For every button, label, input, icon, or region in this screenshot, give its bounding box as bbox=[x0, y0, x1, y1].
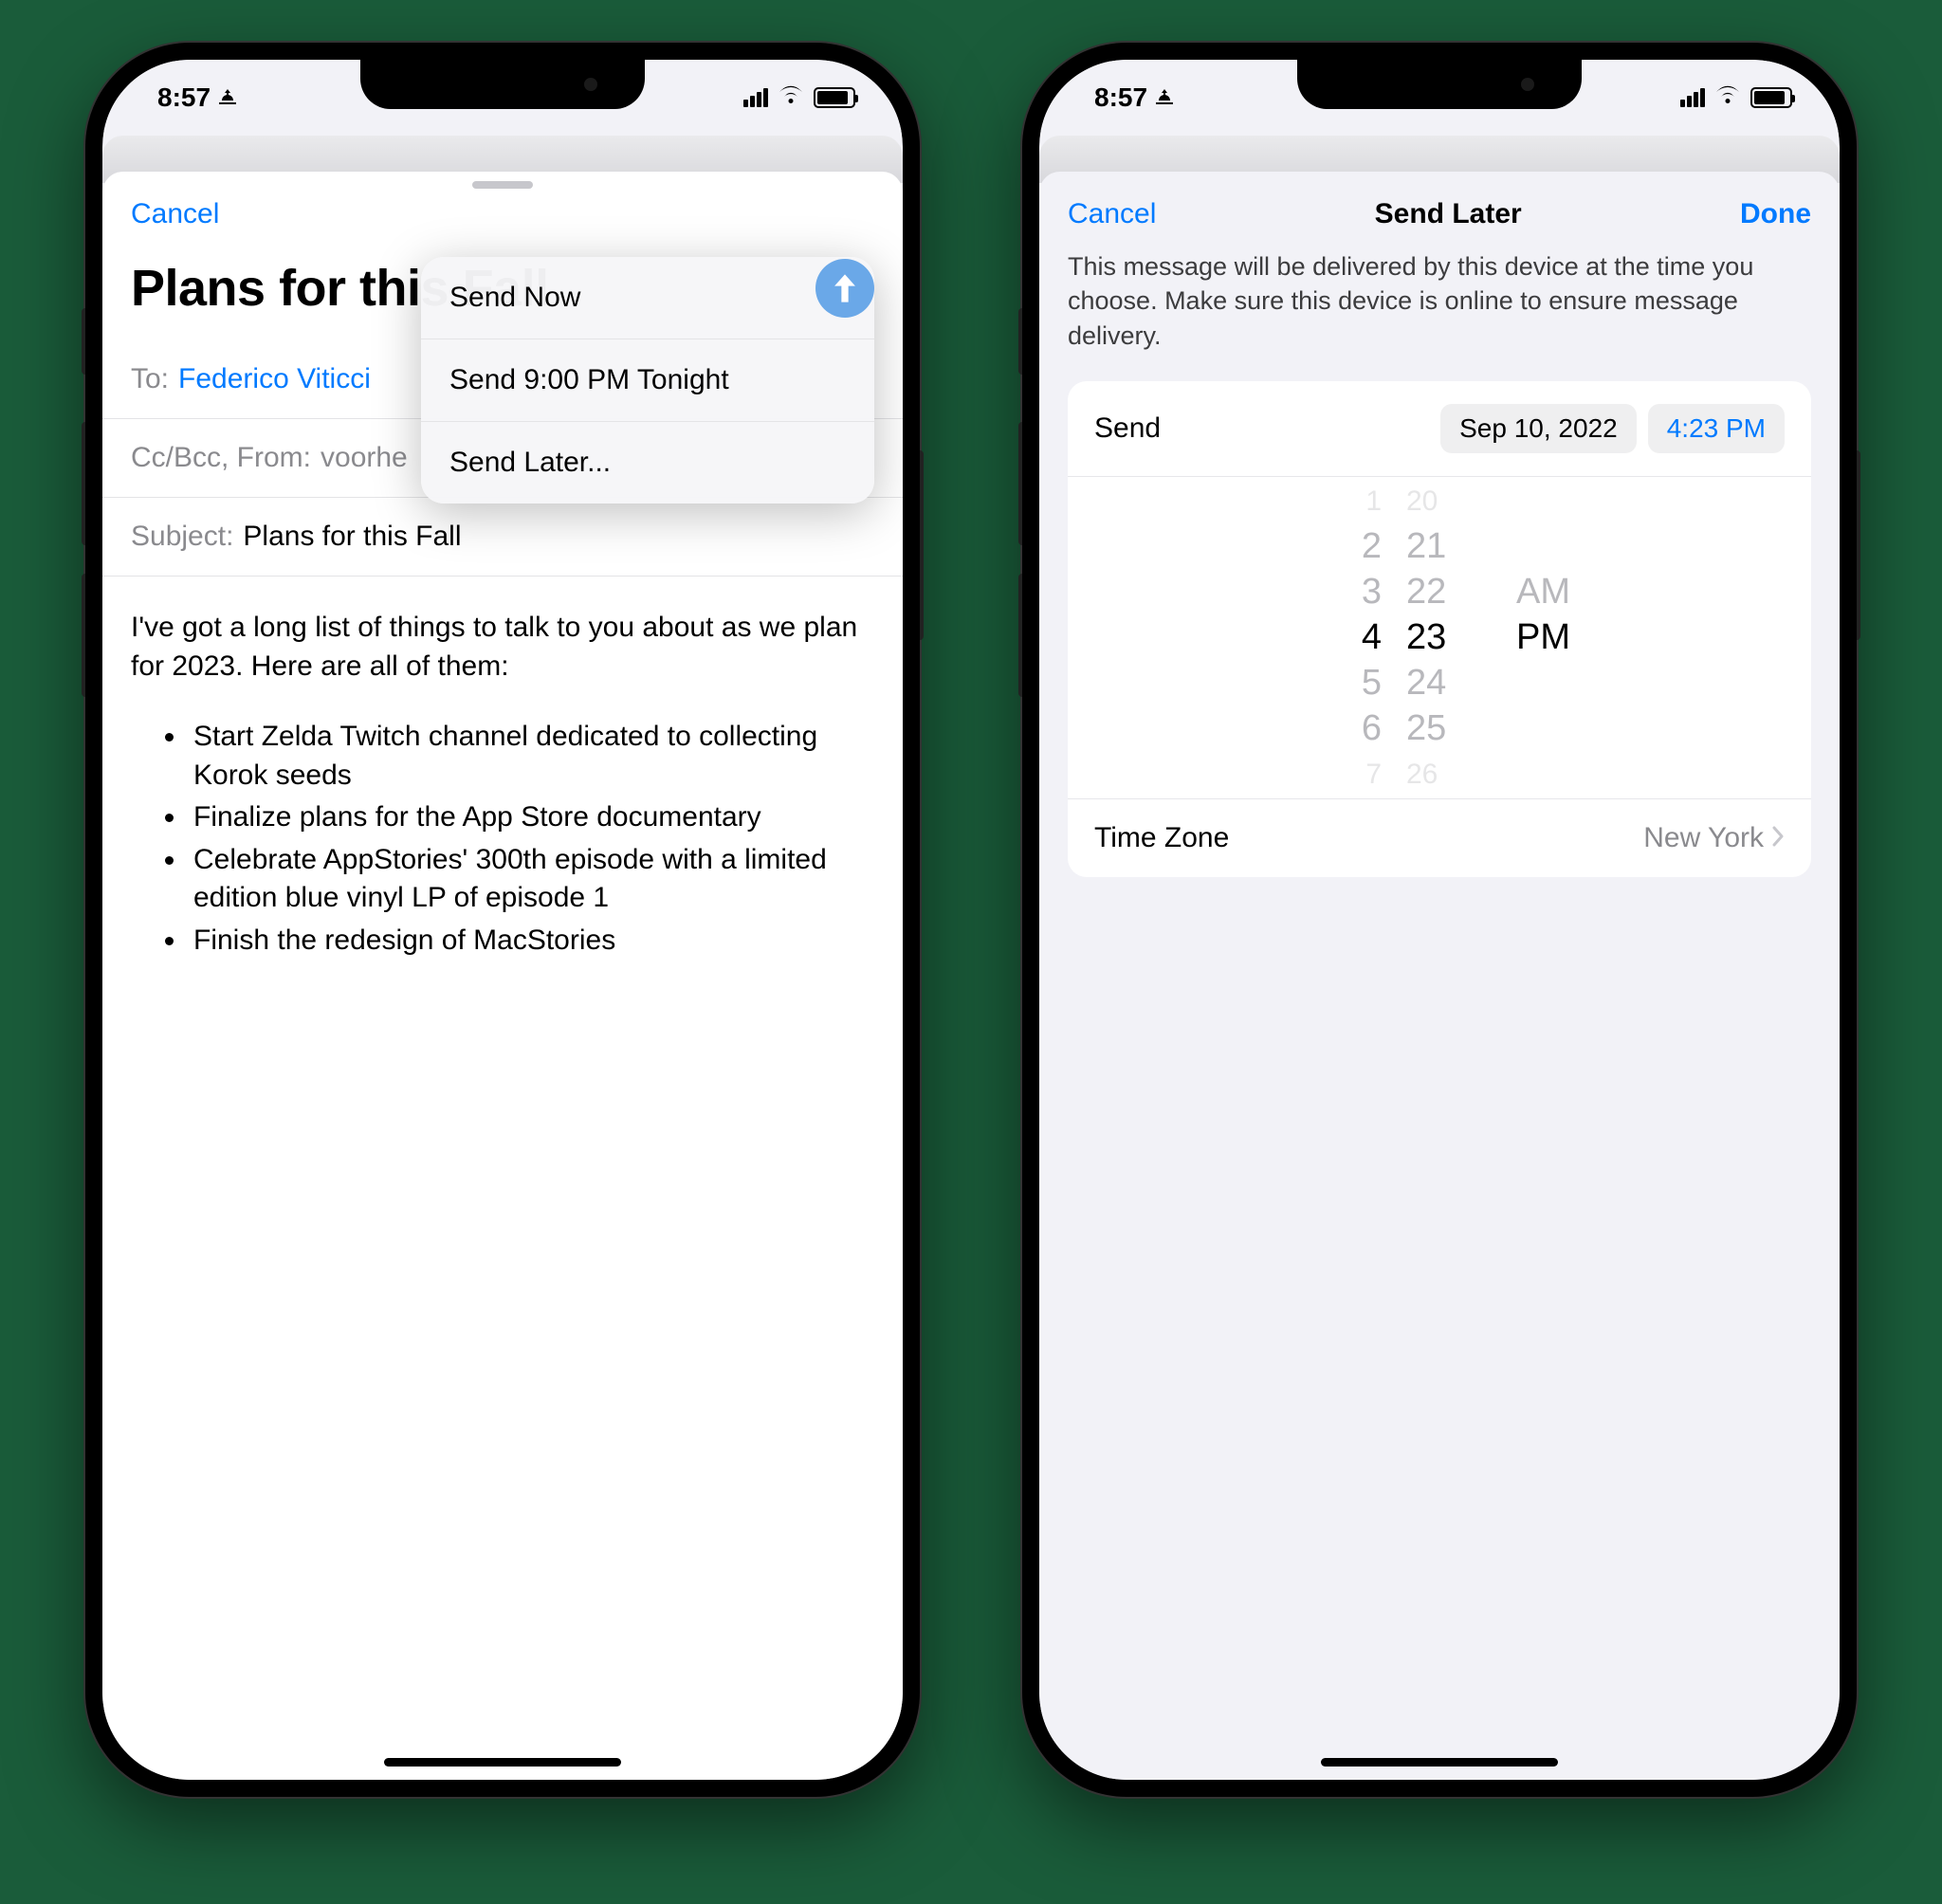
status-time: 8:57 bbox=[157, 82, 211, 113]
cancel-button[interactable]: Cancel bbox=[131, 198, 219, 230]
date-pill[interactable]: Sep 10, 2022 bbox=[1440, 404, 1637, 453]
ampm-wheel[interactable]: AM PM bbox=[1516, 477, 1583, 798]
to-value: Federico Viticci bbox=[178, 363, 371, 395]
cancel-button[interactable]: Cancel bbox=[1068, 198, 1156, 230]
send-later-option[interactable]: Send Later... bbox=[421, 422, 874, 503]
schedule-card: Send Sep 10, 2022 4:23 PM 1 2 3 4 bbox=[1068, 381, 1811, 877]
phone-left-frame: 8:57 Cancel Plans for this Fall bbox=[85, 43, 920, 1797]
list-item: Start Zelda Twitch channel dedicated to … bbox=[188, 718, 874, 795]
notch bbox=[360, 60, 645, 109]
hour-wheel[interactable]: 1 2 3 4 5 6 7 bbox=[1296, 477, 1382, 798]
send-label: Send bbox=[1094, 412, 1161, 445]
list-item: Finish the redesign of MacStories bbox=[188, 922, 874, 961]
side-button bbox=[82, 574, 85, 697]
ccbcc-value: voorhe bbox=[321, 442, 408, 474]
time-pill[interactable]: 4:23 PM bbox=[1648, 404, 1785, 453]
minute-wheel[interactable]: 20 21 22 23 24 25 26 bbox=[1406, 477, 1492, 798]
wifi-icon bbox=[1714, 82, 1741, 113]
timezone-value: New York bbox=[1643, 822, 1764, 854]
battery-icon bbox=[1750, 87, 1792, 108]
send-tonight-option[interactable]: Send 9:00 PM Tonight bbox=[421, 339, 874, 422]
send-later-sheet: Cancel Send Later Done This message will… bbox=[1039, 172, 1840, 1780]
home-indicator[interactable] bbox=[1321, 1758, 1558, 1767]
wifi-icon bbox=[778, 82, 804, 113]
chevron-right-icon bbox=[1771, 822, 1785, 854]
done-button[interactable]: Done bbox=[1740, 198, 1811, 230]
description-text: This message will be delivered by this d… bbox=[1039, 240, 1840, 381]
timezone-row[interactable]: Time Zone New York bbox=[1068, 799, 1811, 877]
sunrise-icon bbox=[1153, 82, 1176, 113]
power-button bbox=[1857, 450, 1860, 640]
home-indicator[interactable] bbox=[384, 1758, 621, 1767]
subject-value: Plans for this Fall bbox=[243, 521, 461, 553]
send-now-option[interactable]: Send Now bbox=[421, 257, 874, 339]
list-item: Finalize plans for the App Store documen… bbox=[188, 798, 874, 837]
page-title: Send Later bbox=[1375, 198, 1522, 230]
status-time: 8:57 bbox=[1094, 82, 1147, 113]
phone-right-frame: 8:57 Cancel Send Later Done This message bbox=[1022, 43, 1857, 1797]
list-item: Celebrate AppStories' 300th episode with… bbox=[188, 841, 874, 918]
signal-bars-icon bbox=[1680, 88, 1705, 107]
timezone-label: Time Zone bbox=[1094, 822, 1229, 854]
time-picker-wheel[interactable]: 1 2 3 4 5 6 7 20 21 22 23 bbox=[1068, 477, 1811, 799]
battery-icon bbox=[814, 87, 855, 108]
screen-left: 8:57 Cancel Plans for this Fall bbox=[102, 60, 903, 1780]
side-button bbox=[1018, 574, 1022, 697]
sheet-grabber[interactable] bbox=[472, 181, 533, 189]
send-row: Send Sep 10, 2022 4:23 PM bbox=[1068, 381, 1811, 477]
email-body[interactable]: I've got a long list of things to talk t… bbox=[102, 577, 903, 996]
body-intro: I've got a long list of things to talk t… bbox=[131, 609, 874, 686]
screen-right: 8:57 Cancel Send Later Done This message bbox=[1039, 60, 1840, 1780]
subject-label: Subject: bbox=[131, 521, 233, 553]
send-options-popover: Send Now Send 9:00 PM Tonight Send Later… bbox=[421, 257, 874, 503]
ccbcc-label: Cc/Bcc, From: bbox=[131, 442, 311, 474]
body-list: Start Zelda Twitch channel dedicated to … bbox=[131, 718, 874, 960]
signal-bars-icon bbox=[743, 88, 768, 107]
sunrise-icon bbox=[216, 82, 239, 113]
subject-field[interactable]: Subject: Plans for this Fall bbox=[102, 498, 903, 577]
notch bbox=[1297, 60, 1582, 109]
power-button bbox=[920, 450, 924, 640]
to-label: To: bbox=[131, 363, 169, 395]
compose-sheet: Cancel Plans for this Fall To: Federico … bbox=[102, 172, 903, 1780]
send-button[interactable] bbox=[815, 259, 874, 318]
